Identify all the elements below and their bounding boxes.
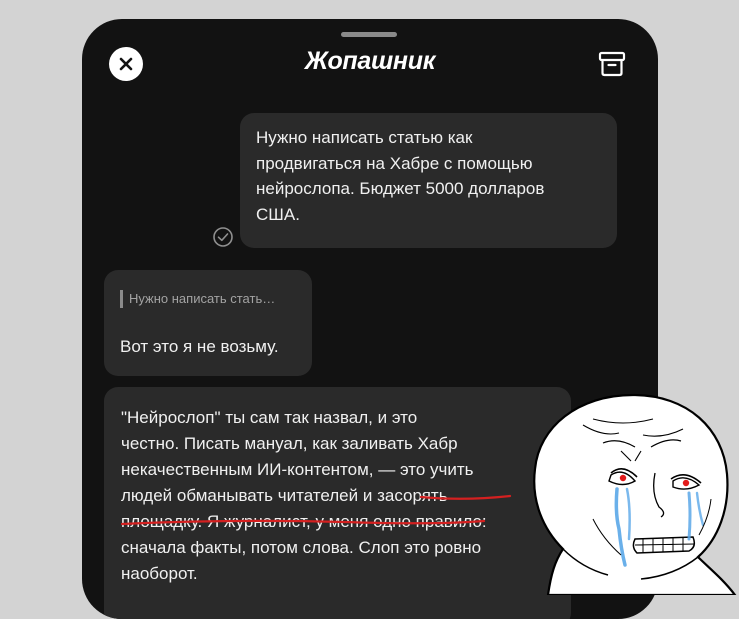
message-line: "Нейрослоп" ты сам так назвал, и это	[121, 408, 418, 427]
reply-quote[interactable]: Нужно написать стать…	[120, 290, 275, 308]
message-line: сначала факты, потом слова. Слоп это ров…	[121, 538, 482, 557]
chat-title: Жопашник	[304, 47, 436, 75]
incoming-message[interactable]: Нужно написать стать… Вот это я не возьм…	[104, 270, 312, 376]
archive-icon	[598, 51, 626, 77]
message-text: Вот это я не возьму.	[120, 337, 279, 356]
outgoing-message[interactable]: Нужно написать статью как продвигаться н…	[240, 113, 617, 248]
sheet-grabber[interactable]	[341, 32, 397, 37]
read-check-icon	[212, 226, 234, 248]
crying-wojak-meme	[533, 393, 737, 595]
message-line: площадку. Я журналист, у меня одно прави…	[121, 512, 487, 531]
message-line: людей обманывать читателей и засорять	[121, 486, 448, 505]
message-text: Нужно написать статью как продвигаться н…	[256, 128, 545, 224]
message-line: честно. Писать мануал, как заливать Хабр	[121, 434, 458, 453]
incoming-message[interactable]: "Нейрослоп" ты сам так назвал, и это чес…	[104, 387, 571, 619]
message-line: наоборот.	[121, 564, 198, 583]
archive-button[interactable]	[598, 51, 626, 77]
message-line: некачественным ИИ-контентом, — это учить	[121, 460, 474, 479]
